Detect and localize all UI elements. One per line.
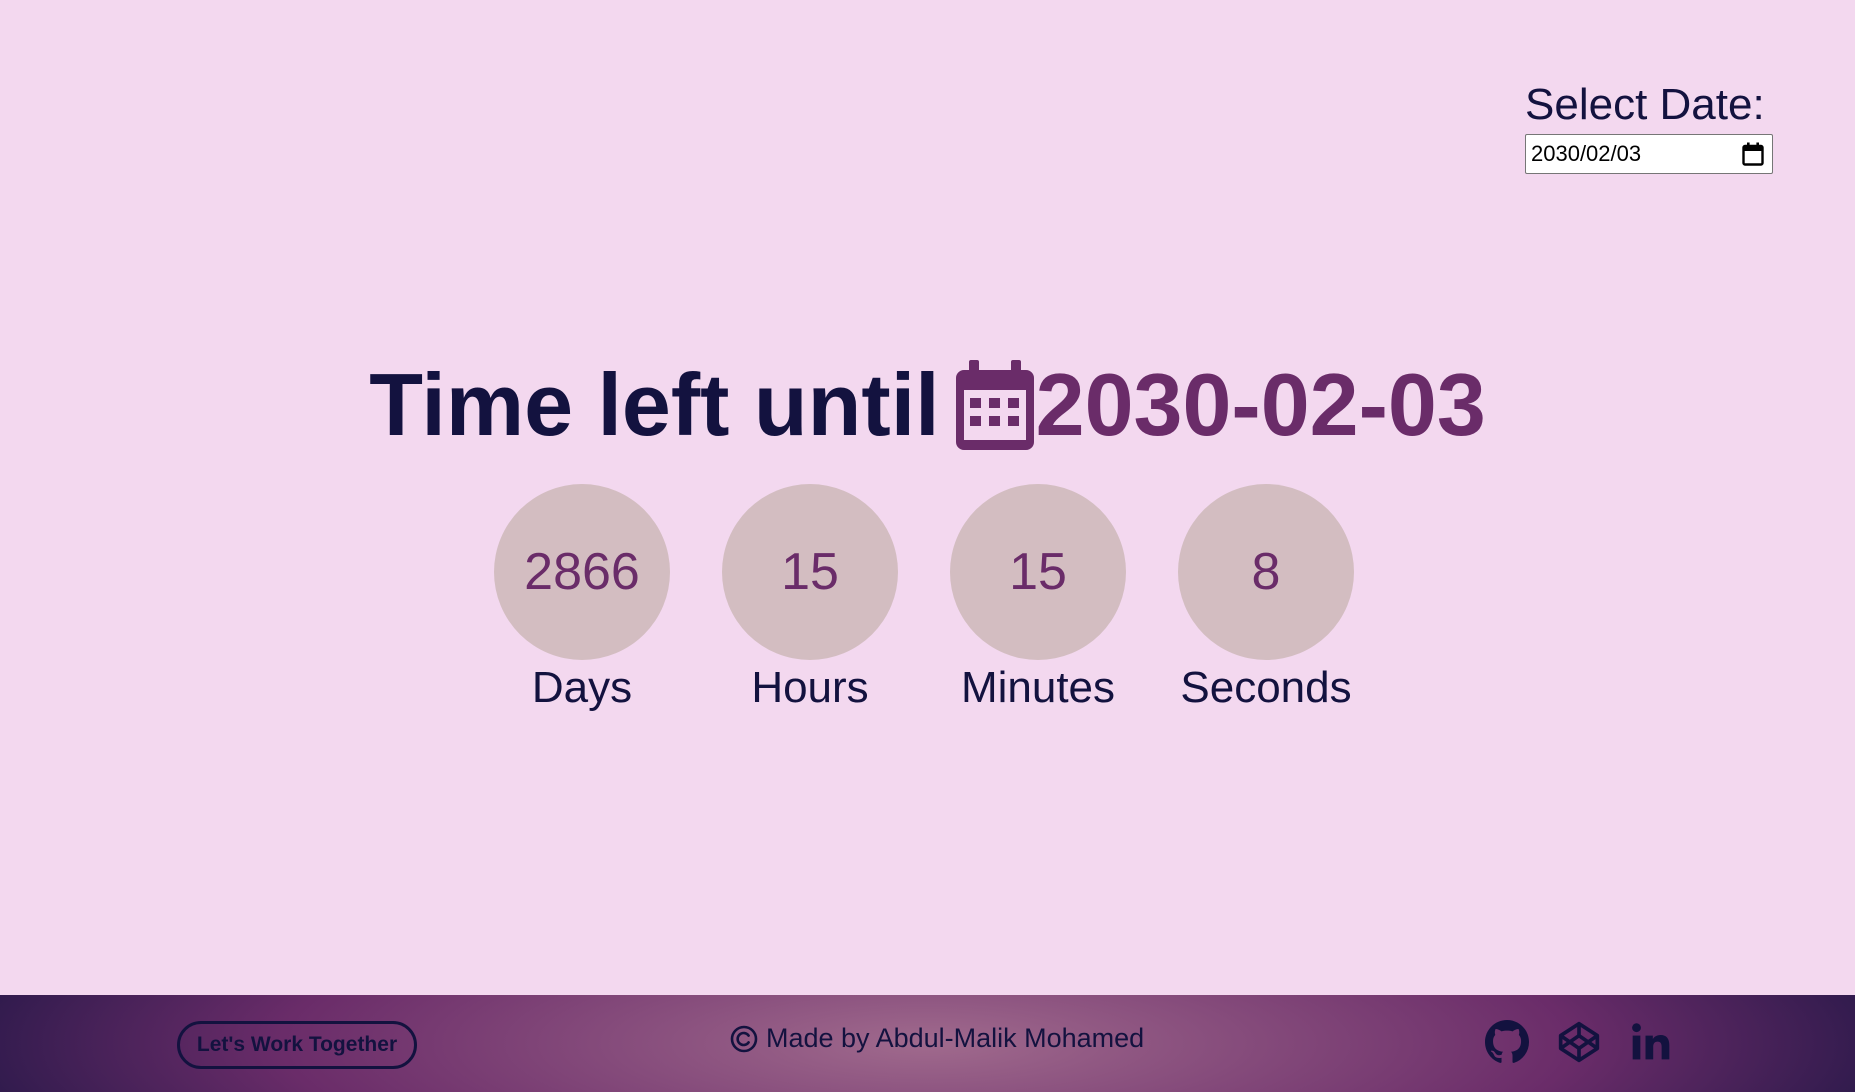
minutes-value: 15	[950, 484, 1126, 660]
social-links	[1484, 1019, 1674, 1065]
seconds-label: Seconds	[1180, 663, 1352, 712]
date-picker: Select Date: 2030/02/03	[1525, 80, 1773, 174]
date-input[interactable]: 2030/02/03	[1525, 134, 1773, 174]
linkedin-icon[interactable]	[1629, 1020, 1673, 1064]
hours-value: 15	[722, 484, 898, 660]
hours-label: Hours	[751, 663, 869, 712]
calendar-icon[interactable]	[1742, 142, 1764, 166]
countdown-seconds: 8 Seconds	[1178, 484, 1354, 714]
days-label: Days	[531, 663, 633, 712]
countdown-page: Select Date: 2030/02/03 Time left until …	[0, 0, 1855, 1092]
countdown-days: 2866 Days	[494, 484, 670, 714]
page-title: Time left until 2030-02-03	[0, 355, 1855, 455]
credit-text: Made by Abdul-Malik Mohamed	[766, 1023, 1145, 1053]
target-date: 2030-02-03	[1035, 355, 1486, 454]
countdown-minutes: 15 Minutes	[950, 484, 1126, 714]
github-icon[interactable]	[1485, 1020, 1529, 1064]
github-link[interactable]	[1484, 1019, 1530, 1065]
countdown-hours: 15 Hours	[722, 484, 898, 714]
date-picker-label: Select Date:	[1525, 80, 1765, 129]
footer: Let's Work Together Made by Abdul-Malik …	[0, 995, 1855, 1092]
title-prefix: Time left until	[369, 355, 940, 454]
calendar-icon	[955, 360, 1034, 450]
copyright-icon	[730, 1025, 758, 1052]
work-together-button[interactable]: Let's Work Together	[177, 1021, 417, 1069]
seconds-value: 8	[1178, 484, 1354, 660]
minutes-label: Minutes	[960, 663, 1116, 712]
days-value: 2866	[494, 484, 670, 660]
date-input-value[interactable]: 2030/02/03	[1531, 141, 1641, 167]
codepen-icon[interactable]	[1557, 1020, 1601, 1064]
countdown: 2866 Days 15 Hours 15 Minutes 8 Seconds	[0, 484, 1855, 714]
linkedin-link[interactable]	[1628, 1019, 1674, 1065]
codepen-link[interactable]	[1556, 1019, 1602, 1065]
credit: Made by Abdul-Malik Mohamed	[730, 1023, 1144, 1054]
